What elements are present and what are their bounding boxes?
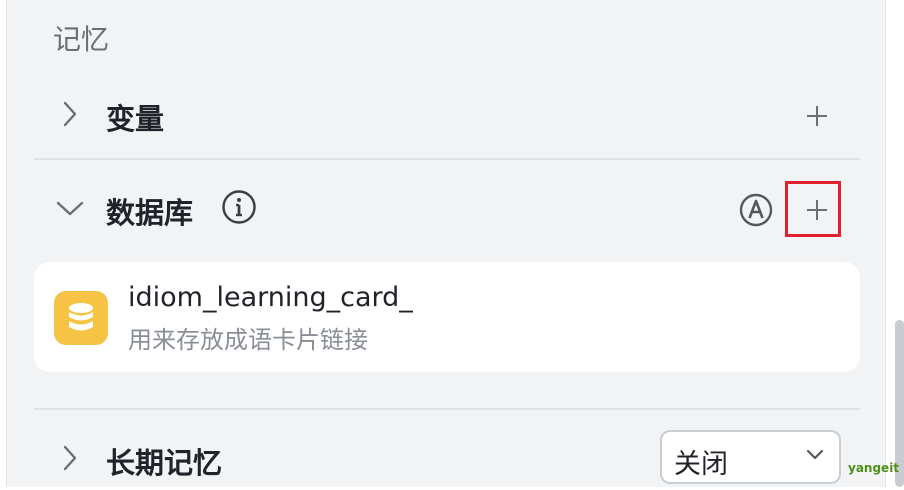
database-name: idiom_learning_card_ (128, 282, 413, 313)
divider (34, 158, 860, 160)
chevron-down-icon[interactable] (54, 192, 86, 224)
long-term-memory-label: 长期记忆 (106, 446, 223, 480)
divider (34, 408, 860, 410)
auto-A-icon[interactable] (738, 192, 774, 228)
chevron-right-icon[interactable] (54, 442, 86, 474)
database-label: 数据库 (106, 196, 194, 230)
chevron-right-icon[interactable] (54, 98, 86, 130)
select-value: 关闭 (674, 449, 728, 480)
variables-row[interactable]: 变量 (7, 86, 887, 146)
variables-label: 变量 (106, 102, 165, 136)
database-row[interactable]: 数据库 (7, 180, 887, 240)
memory-panel: 记忆 变量 数据库 idiom_learning_card_ 用来存放成语卡片链… (6, 0, 886, 487)
database-icon (54, 291, 108, 345)
database-card[interactable]: idiom_learning_card_ 用来存放成语卡片链接 (34, 262, 860, 372)
info-icon[interactable] (221, 189, 257, 225)
long-term-memory-select[interactable]: 关闭 (660, 430, 841, 484)
highlight-box (785, 181, 841, 237)
chevron-down-icon (806, 449, 824, 460)
watermark: yangeit (848, 461, 900, 475)
database-description: 用来存放成语卡片链接 (128, 326, 368, 354)
add-variable-plus-icon[interactable] (802, 101, 832, 131)
section-title: 记忆 (53, 23, 110, 56)
